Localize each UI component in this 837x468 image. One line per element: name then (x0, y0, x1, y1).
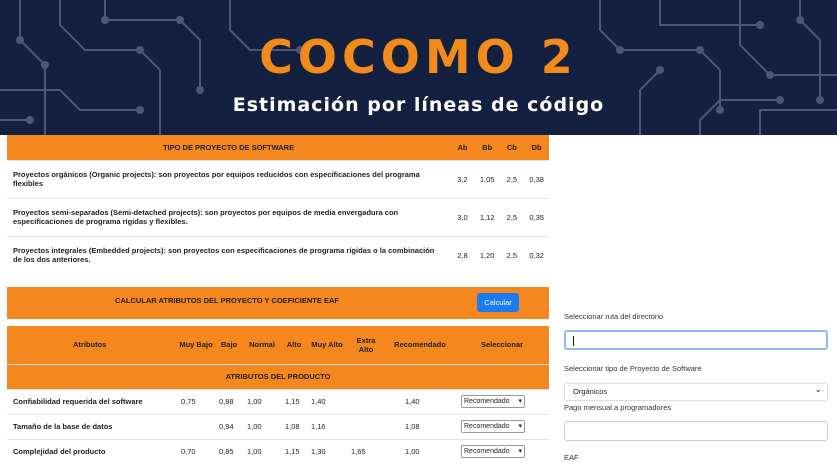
value-muy-alto: 1,16 (307, 413, 347, 439)
value-alto: 1,08 (281, 413, 307, 439)
value-muy-bajo: 0,70 (177, 438, 215, 464)
header-banner: COCOMO 2 Estimación por líneas de código (0, 0, 837, 135)
value-normal: 1,00 (243, 388, 281, 414)
value-extra-alto (347, 388, 385, 414)
page-title: COCOMO 2 (259, 30, 578, 84)
col-extra-alto: Extra Alto (356, 335, 376, 354)
col-cb: Cb (506, 142, 517, 152)
section-title: ATRIBUTOS DEL PRODUCTO (7, 363, 549, 389)
value-cb: 2,5 (499, 235, 525, 274)
table-row: Proyectos semi-separados (Semi-detached … (7, 197, 549, 236)
value-normal: 1,00 (243, 438, 281, 464)
project-type-label: Proyectos integrales (Embedded projects)… (7, 235, 451, 274)
project-type-label: Proyectos orgánicos (Organic projects): … (7, 159, 451, 198)
value-bajo: 0,94 (215, 413, 243, 439)
col-muy-bajo: Muy Bajo (179, 340, 213, 350)
payment-label: Pago mensual a programadores (564, 403, 672, 412)
attribute-name: Complejidad del producto (7, 438, 177, 464)
value-recomendado: 1,00 (385, 438, 455, 464)
table-row: Proyectos integrales (Embedded projects)… (7, 235, 549, 274)
level-select[interactable]: Recomendado (461, 420, 525, 433)
col-bb: Bb (482, 142, 493, 152)
payment-input[interactable] (564, 421, 828, 441)
col-muy-alto: Muy Alto (311, 340, 343, 350)
value-ab: 3,2 (450, 159, 475, 198)
value-recomendado: 1,08 (385, 413, 455, 439)
directory-input[interactable] (564, 330, 828, 350)
col-recomendado: Recomendado (394, 340, 446, 350)
attribute-name: Tamaño de la base de datos (7, 413, 177, 439)
calc-label: CALCULAR ATRIBUTOS DEL PROYECTO Y COEFIC… (115, 296, 339, 305)
col-bajo: Bajo (220, 340, 238, 350)
value-bajo: 0,85 (215, 438, 243, 464)
table-row: Tamaño de la base de datos 0,94 1,00 1,0… (7, 413, 549, 439)
col-seleccionar: Seleccionar (480, 340, 524, 350)
value-muy-alto: 1,40 (307, 388, 347, 414)
value-db: 0,35 (524, 197, 549, 236)
value-bb: 1,20 (474, 235, 500, 274)
attribute-name: Confiabilidad requerida del software (7, 388, 177, 414)
col-ab: Ab (457, 142, 468, 152)
directory-label: Seleccionar ruta del directorio (564, 312, 664, 321)
attributes-table: Atributos Muy Bajo Bajo Normal Alto Muy … (7, 326, 549, 464)
sidebar-form: Seleccionar ruta del directorio Seleccio… (556, 135, 837, 468)
value-cb: 2,5 (499, 159, 525, 198)
project-type-select[interactable]: Orgánicos (564, 381, 828, 401)
value-alto: 1,15 (281, 388, 307, 414)
select-cell: Recomendado (455, 388, 549, 414)
select-cell: Recomendado (455, 413, 549, 439)
value-bb: 1,12 (474, 197, 500, 236)
table-row: Complejidad del producto 0,70 0,85 1,00 … (7, 438, 549, 464)
table-row: Confiabilidad requerida del software 0,7… (7, 388, 549, 414)
eaf-label: EAF (564, 453, 579, 462)
value-muy-bajo: 0,75 (177, 388, 215, 414)
table-row: Proyectos orgánicos (Organic projects): … (7, 159, 549, 198)
level-select[interactable]: Recomendado (461, 395, 525, 408)
value-extra-alto (347, 413, 385, 439)
table-header: TIPO DE PROYECTO DE SOFTWARE Ab Bb Cb Db (7, 135, 549, 160)
col-normal: Normal (249, 340, 275, 350)
project-types-table: TIPO DE PROYECTO DE SOFTWARE Ab Bb Cb Db… (7, 135, 549, 274)
value-bb: 1,05 (474, 159, 500, 198)
value-alto: 1,15 (281, 438, 307, 464)
value-muy-bajo (177, 413, 215, 439)
calculate-button[interactable]: Calcular (477, 293, 519, 312)
value-ab: 3,0 (450, 197, 475, 236)
value-normal: 1,00 (243, 413, 281, 439)
project-types-panel: TIPO DE PROYECTO DE SOFTWARE Ab Bb Cb Db… (7, 135, 549, 274)
value-extra-alto: 1,65 (347, 438, 385, 464)
value-db: 0,32 (524, 235, 549, 274)
select-cell: Recomendado (455, 438, 549, 464)
page-subtitle: Estimación por líneas de código (232, 94, 605, 116)
value-recomendado: 1,40 (385, 388, 455, 414)
project-type-label: Seleccionar tipo de Proyecto de Software (564, 364, 702, 373)
value-muy-alto: 1,30 (307, 438, 347, 464)
value-db: 0,38 (524, 159, 549, 198)
section-row: ATRIBUTOS DEL PRODUCTO (7, 363, 549, 389)
value-ab: 2,8 (450, 235, 475, 274)
attributes-panel: Atributos Muy Bajo Bajo Normal Alto Muy … (7, 326, 549, 464)
value-bajo: 0,88 (215, 388, 243, 414)
page: COCOMO 2 Estimación por líneas de código… (0, 0, 837, 468)
value-cb: 2,5 (499, 197, 525, 236)
level-select[interactable]: Recomendado (461, 445, 525, 459)
table-header: Atributos Muy Bajo Bajo Normal Alto Muy … (7, 326, 549, 364)
project-type-label: Proyectos semi-separados (Semi-detached … (7, 197, 451, 236)
col-db: Db (531, 142, 542, 152)
col-atributos: Atributos (73, 340, 107, 350)
calc-bar: CALCULAR ATRIBUTOS DEL PROYECTO Y COEFIC… (7, 287, 549, 319)
col-tipo: TIPO DE PROYECTO DE SOFTWARE (162, 142, 295, 152)
col-alto: Alto (286, 340, 302, 350)
